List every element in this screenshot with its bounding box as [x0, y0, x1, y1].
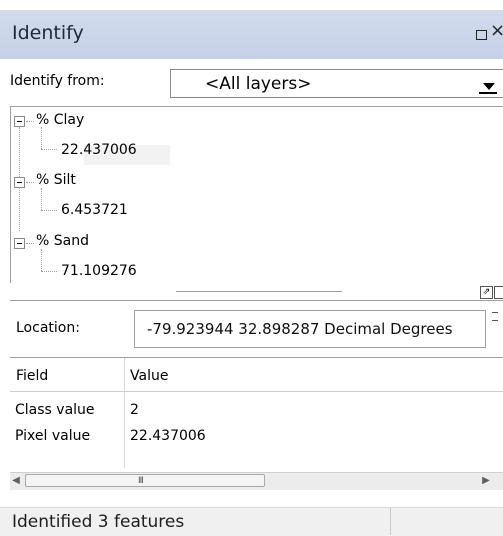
pane-icon[interactable]	[494, 286, 503, 299]
table-cell-value[interactable]: 2	[130, 402, 139, 418]
menu-icon[interactable]	[492, 312, 498, 321]
collapse-icon[interactable]	[14, 238, 25, 249]
results-tree: % Clay 22.437006 % Silt 6.453721 % Sand …	[10, 106, 503, 283]
table-cell-field[interactable]: Class value	[15, 402, 95, 418]
column-header-value[interactable]: Value	[130, 368, 168, 384]
tree-connector	[41, 149, 57, 150]
location-value: -79.923944 32.898287 Decimal Degrees	[147, 320, 453, 338]
scrollbar-thumb[interactable]: III	[25, 474, 265, 487]
restore-icon[interactable]	[476, 30, 487, 40]
dropdown-underline	[479, 92, 497, 94]
tree-value-silt[interactable]: 6.453721	[61, 202, 128, 218]
scroll-left-icon[interactable]: ◀	[10, 474, 22, 488]
status-text: Identified 3 features	[12, 512, 185, 532]
tree-layer-clay[interactable]: % Clay	[36, 112, 84, 128]
chevron-down-icon[interactable]	[483, 83, 495, 90]
tree-value-clay[interactable]: 22.437006	[61, 142, 137, 158]
tree-connector	[41, 210, 57, 211]
column-header-field[interactable]: Field	[16, 368, 48, 384]
column-divider[interactable]	[124, 358, 125, 468]
tree-connector	[41, 249, 42, 271]
tree-layer-sand[interactable]: % Sand	[36, 233, 89, 249]
location-label: Location:	[16, 320, 80, 336]
tree-connector	[41, 188, 42, 210]
scroll-right-icon[interactable]: ▶	[480, 474, 492, 488]
collapse-icon[interactable]	[14, 177, 25, 188]
tree-layer-silt[interactable]: % Silt	[36, 172, 76, 188]
close-icon[interactable]: ×	[490, 20, 503, 41]
expand-icon[interactable]: ⇗	[480, 286, 493, 299]
layer-dropdown-value: <All layers>	[205, 74, 312, 94]
table-cell-value[interactable]: 22.437006	[130, 428, 206, 444]
identify-from-label: Identify from:	[10, 73, 105, 89]
tree-connector	[26, 121, 34, 122]
tree-connector	[41, 271, 57, 272]
pane-splitter[interactable]	[176, 291, 342, 292]
tree-connector	[26, 182, 34, 183]
layer-dropdown[interactable]: <All layers>	[170, 69, 503, 98]
tree-connector	[26, 243, 34, 244]
collapse-icon[interactable]	[14, 116, 25, 127]
grip-icon: III	[138, 476, 144, 486]
table-cell-field[interactable]: Pixel value	[15, 428, 90, 444]
window-title: Identify	[12, 22, 84, 44]
status-divider	[390, 508, 391, 535]
location-field[interactable]: -79.923944 32.898287 Decimal Degrees	[134, 310, 486, 348]
tree-value-sand[interactable]: 71.109276	[61, 263, 137, 279]
tree-connector	[41, 127, 42, 149]
header-divider	[10, 391, 503, 392]
